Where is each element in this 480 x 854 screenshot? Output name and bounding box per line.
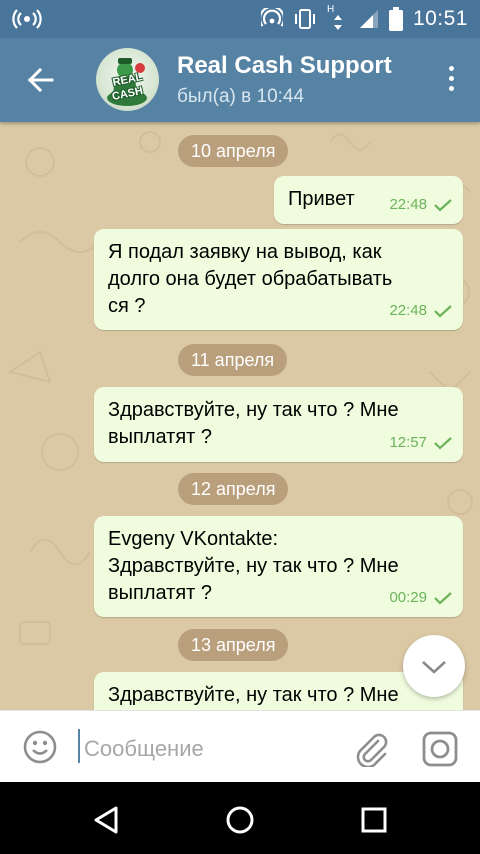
message-bubble[interactable]: Я подал заявку на вывод, как долго она б… xyxy=(94,229,463,330)
date-separator: 10 апреля xyxy=(178,135,289,167)
check-icon xyxy=(434,436,452,450)
chat-title[interactable]: Real Cash Support xyxy=(177,52,392,80)
date-separator: 11 апреля xyxy=(178,344,288,376)
clock: 10:51 xyxy=(412,7,468,30)
message-bubble[interactable]: Здравствуйте, ну так что ? Мне выплатят … xyxy=(94,387,463,462)
message-time: 22:48 xyxy=(389,196,427,213)
wifi-hotspot-icon xyxy=(260,8,283,27)
telegram-chat-screen: H 10:51 REAL CASH Real Cash Support был(… xyxy=(0,0,480,854)
message-text: Я подал заявку на вывод, как долго она б… xyxy=(108,241,393,317)
chat-header: REAL CASH Real Cash Support был(а) в 10:… xyxy=(0,38,480,122)
message-time: 00:29 xyxy=(389,589,427,606)
data-activity-icon: H xyxy=(327,4,349,31)
battery-icon xyxy=(388,7,403,31)
back-arrow-icon[interactable] xyxy=(22,62,58,98)
paperclip-icon[interactable] xyxy=(352,729,390,767)
android-navigation-bar xyxy=(0,782,480,854)
check-icon xyxy=(434,591,452,605)
camera-icon[interactable] xyxy=(420,729,460,769)
message-composer xyxy=(0,710,480,783)
message-bubble[interactable]: Evgeny VKontakte: Здравствуйте, ну так ч… xyxy=(94,516,463,617)
check-icon xyxy=(434,304,452,318)
message-text: Привет xyxy=(288,188,355,210)
message-text: Здравствуйте, ну так что ? Мне xyxy=(108,684,399,706)
text-caret xyxy=(78,729,80,763)
vibrate-icon xyxy=(294,9,315,29)
status-bar: H 10:51 xyxy=(0,0,480,38)
hotspot-icon xyxy=(12,9,42,29)
chevron-down-icon xyxy=(422,661,446,674)
smile-icon[interactable] xyxy=(22,729,58,765)
more-vertical-icon[interactable] xyxy=(444,66,458,96)
scroll-down-button[interactable] xyxy=(403,635,465,697)
message-text: Здравствуйте, ну так что ? Мне выплатят … xyxy=(108,399,399,448)
last-seen-status: был(а) в 10:44 xyxy=(177,86,305,107)
message-text: Evgeny VKontakte: Здравствуйте, ну так ч… xyxy=(108,528,399,604)
nav-home-icon[interactable] xyxy=(220,800,260,840)
nav-recents-icon[interactable] xyxy=(354,800,394,840)
date-separator: 13 апреля xyxy=(178,629,289,661)
signal-icon xyxy=(359,10,378,28)
avatar[interactable]: REAL CASH xyxy=(96,48,159,111)
check-icon xyxy=(434,198,452,212)
nav-back-icon[interactable] xyxy=(88,800,128,840)
message-time: 12:57 xyxy=(389,434,427,451)
message-bubble[interactable]: Привет 22:48 xyxy=(274,176,463,224)
date-separator: 12 апреля xyxy=(178,473,289,505)
message-list[interactable]: 10 апреля Привет 22:48 Я подал заявку на… xyxy=(0,122,480,710)
message-time: 22:48 xyxy=(389,302,427,319)
message-input[interactable] xyxy=(82,733,336,765)
